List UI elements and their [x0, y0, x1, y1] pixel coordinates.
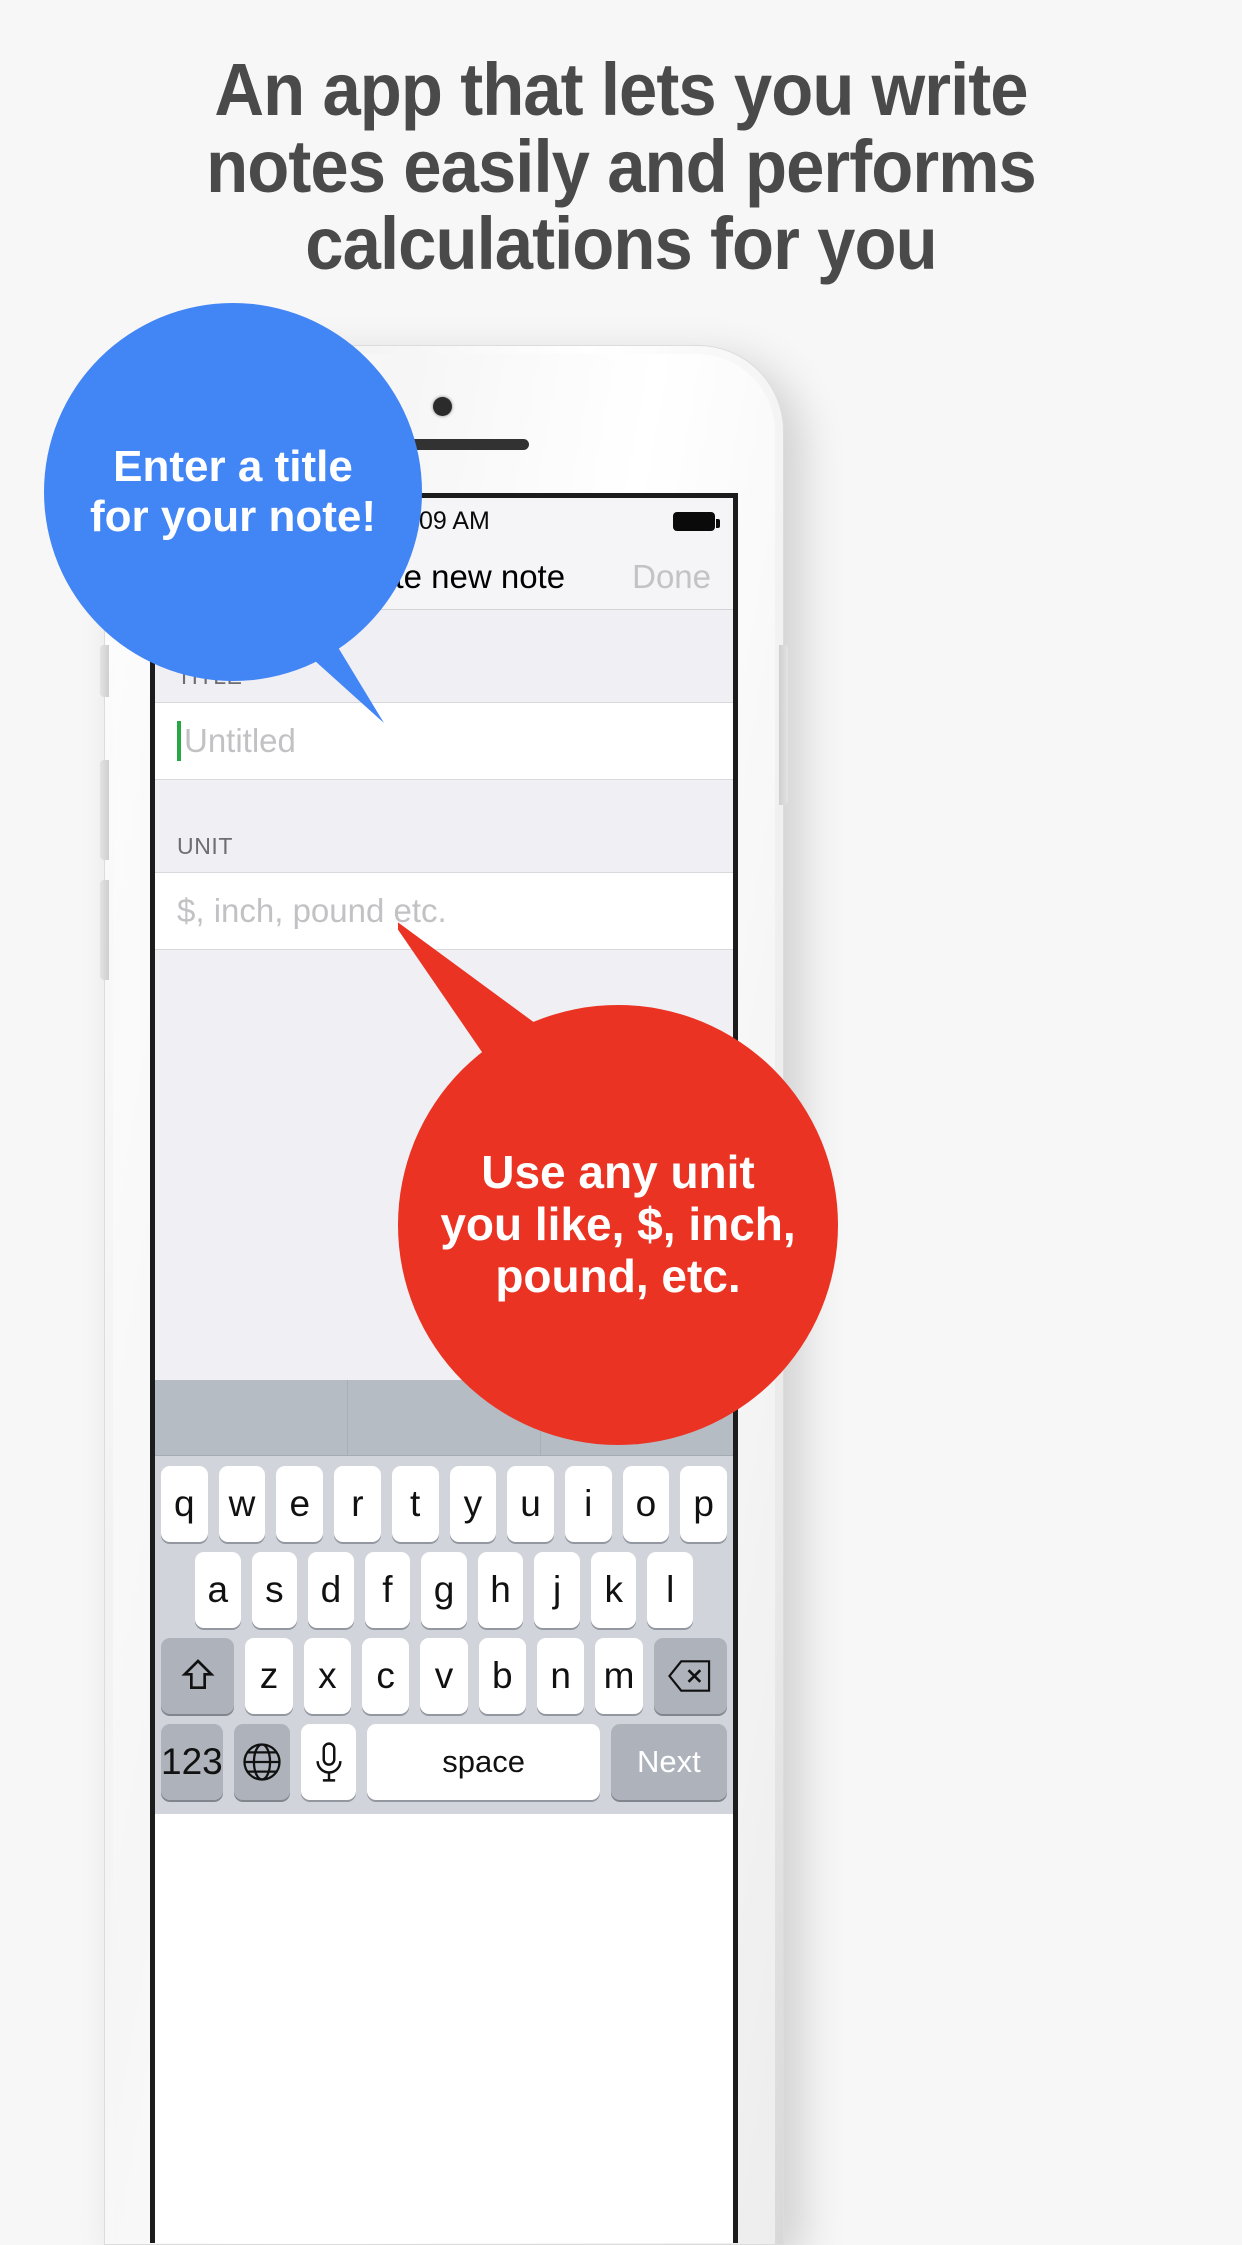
callout-red: Use any unit you like, $, inch, pound, e…	[398, 905, 848, 1445]
keyboard-row-1: qwertyuiop	[155, 1456, 733, 1542]
done-button[interactable]: Done	[632, 558, 711, 596]
key-g[interactable]: g	[421, 1552, 467, 1628]
microphone-icon	[312, 1741, 346, 1783]
callout-red-bubble: Use any unit you like, $, inch, pound, e…	[398, 1005, 838, 1445]
keyboard-row-2: asdfghjkl	[155, 1542, 733, 1628]
key-e[interactable]: e	[276, 1466, 324, 1542]
key-j[interactable]: j	[534, 1552, 580, 1628]
callout-blue-line-2: for your note!	[90, 492, 376, 541]
key-t[interactable]: t	[391, 1466, 439, 1542]
callout-blue-line-1: Enter a title	[113, 442, 353, 492]
key-b[interactable]: b	[478, 1638, 526, 1714]
key-a[interactable]: a	[194, 1552, 241, 1628]
numeric-key[interactable]: 123	[161, 1724, 223, 1800]
key-u[interactable]: u	[507, 1466, 554, 1542]
key-s[interactable]: s	[251, 1552, 298, 1628]
key-c[interactable]: c	[362, 1638, 410, 1714]
key-n[interactable]: n	[537, 1638, 585, 1714]
key-z[interactable]: z	[245, 1638, 293, 1714]
key-f[interactable]: f	[364, 1552, 411, 1628]
key-q[interactable]: q	[160, 1466, 208, 1542]
battery-icon	[673, 512, 720, 531]
key-i[interactable]: i	[564, 1466, 612, 1542]
shift-icon	[178, 1656, 218, 1696]
backspace-icon	[668, 1659, 712, 1693]
headline-line-1: An app that lets you write	[214, 48, 1028, 131]
globe-key[interactable]	[233, 1724, 290, 1800]
key-p[interactable]: p	[680, 1466, 728, 1542]
headline-line-3: calculations for you	[305, 201, 937, 285]
key-d[interactable]: d	[308, 1552, 354, 1628]
dictation-key[interactable]	[300, 1724, 357, 1800]
keyboard-bottom-padding	[155, 1800, 733, 1814]
key-l[interactable]: l	[647, 1552, 694, 1628]
keyboard-row-4: 123 space Next	[155, 1714, 733, 1800]
key-w[interactable]: w	[218, 1466, 266, 1542]
callout-red-line-1: Use any unit	[481, 1146, 755, 1199]
phone-volume-down-button[interactable]	[100, 880, 109, 980]
next-key[interactable]: Next	[610, 1724, 727, 1800]
key-h[interactable]: h	[477, 1552, 524, 1628]
suggestion-item[interactable]: ​	[155, 1380, 348, 1455]
headline-line-2: notes easily and performs	[206, 124, 1037, 208]
key-r[interactable]: r	[334, 1466, 381, 1542]
callout-red-line-2: you like, $, inch,	[440, 1198, 796, 1251]
callout-blue: Enter a title for your note!	[44, 303, 544, 773]
key-o[interactable]: o	[622, 1466, 670, 1542]
callout-red-line-3: pound, etc.	[495, 1249, 741, 1302]
callout-blue-bubble: Enter a title for your note!	[44, 303, 422, 681]
key-m[interactable]: m	[595, 1638, 643, 1714]
unit-section-header: UNIT	[177, 833, 234, 859]
page-title: An app that lets you write notes easily …	[43, 48, 1198, 285]
shift-key[interactable]	[161, 1638, 235, 1714]
backspace-key[interactable]	[653, 1638, 728, 1714]
key-v[interactable]: v	[420, 1638, 468, 1714]
key-x[interactable]: x	[303, 1638, 352, 1714]
space-key[interactable]: space	[367, 1724, 600, 1800]
keyboard-row-3: zxcvbnm	[155, 1628, 733, 1714]
key-k[interactable]: k	[590, 1552, 637, 1628]
onscreen-keyboard: ​ ​ ​ qwertyuiop asdfghjkl zxcvbnm	[155, 1380, 733, 1814]
phone-power-button[interactable]	[779, 645, 788, 805]
globe-icon	[241, 1741, 283, 1783]
key-y[interactable]: y	[449, 1466, 497, 1542]
phone-volume-up-button[interactable]	[100, 760, 109, 860]
